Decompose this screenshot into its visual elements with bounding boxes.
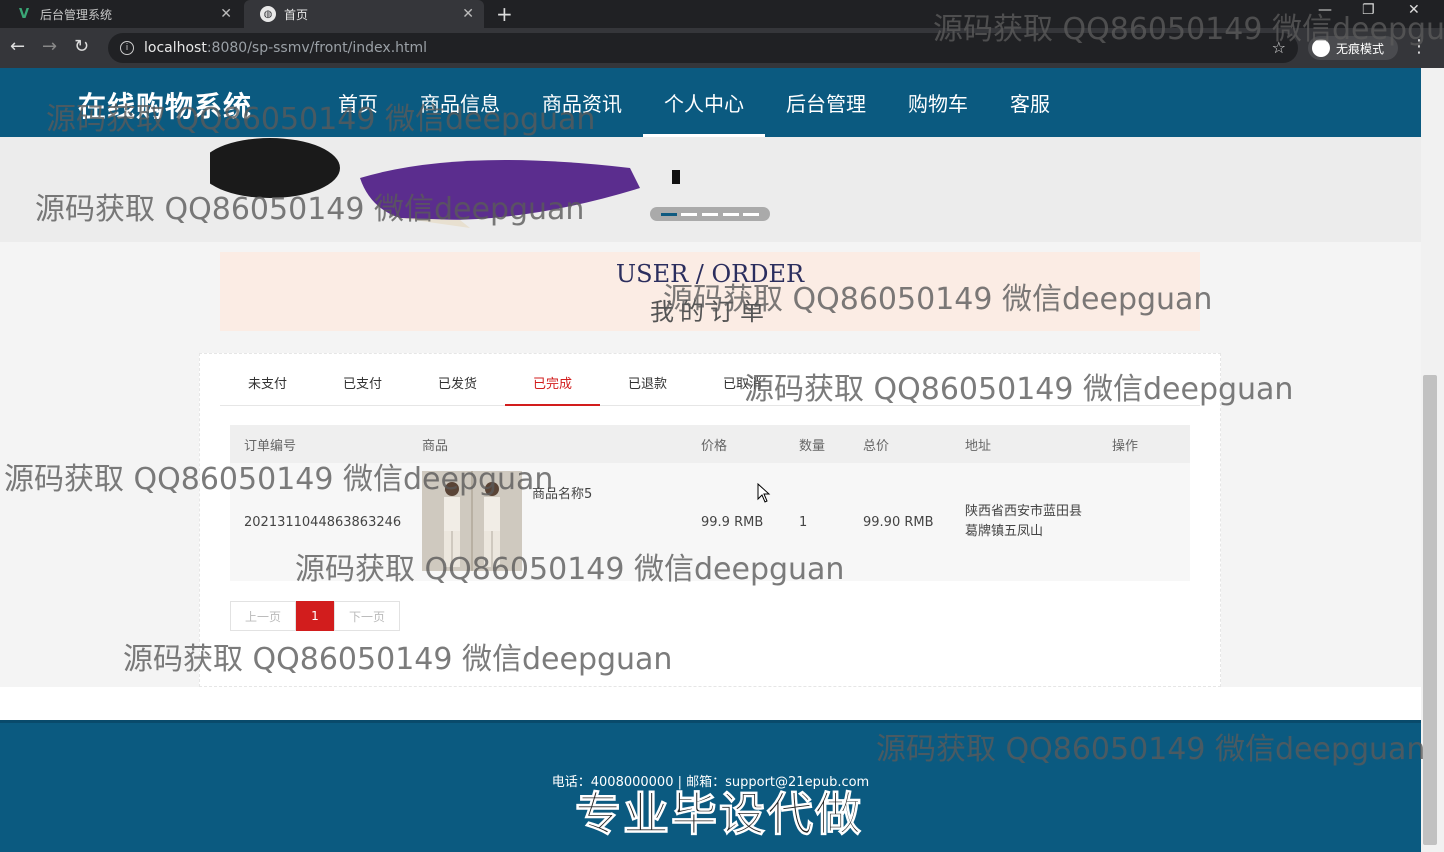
- menu-item-service[interactable]: 客服: [989, 68, 1071, 137]
- section-title-en: USER / ORDER: [615, 260, 805, 288]
- mouse-cursor-icon: [757, 483, 771, 503]
- next-page-button[interactable]: 下一页: [334, 601, 400, 631]
- info-icon[interactable]: i: [120, 41, 134, 55]
- browser-tab-bar: V 后台管理系统 ✕ ◍ 首页 ✕ + — ❐ ✕: [0, 0, 1444, 28]
- col-product: 商品: [422, 438, 449, 454]
- order-number: 2021311044863863246: [244, 514, 402, 530]
- quantity-value: 1: [799, 514, 808, 530]
- tab-title: 后台管理系统: [40, 7, 113, 22]
- col-total: 总价: [863, 438, 890, 454]
- browser-tab-home[interactable]: ◍ 首页 ✕: [244, 0, 484, 28]
- back-icon[interactable]: ←: [10, 36, 25, 57]
- table-row: 2021311044863863246 商品名称5 99.9 RMB 1 99.…: [230, 463, 1190, 581]
- address-bar[interactable]: i localhost:8080/sp-ssmv/front/index.htm…: [108, 33, 1298, 63]
- carousel-dot[interactable]: [701, 212, 718, 216]
- carousel-dot[interactable]: [660, 212, 677, 216]
- main-menu: 首页 商品信息 商品资讯 个人中心 后台管理 购物车 客服: [317, 68, 1071, 137]
- browser-toolbar: ← → ↻ i localhost:8080/sp-ssmv/front/ind…: [0, 28, 1444, 68]
- carousel-dot[interactable]: [743, 212, 760, 216]
- vue-icon: V: [18, 6, 30, 22]
- page-viewport: 在线购物系统 首页 商品信息 商品资讯 个人中心 后台管理 购物车 客服 USE…: [0, 68, 1421, 852]
- close-icon[interactable]: ✕: [220, 6, 232, 22]
- product-image[interactable]: [422, 471, 522, 571]
- browser-menu-icon[interactable]: ⋮: [1410, 36, 1428, 57]
- carousel-indicator[interactable]: [650, 207, 770, 221]
- menu-item-news[interactable]: 商品资讯: [521, 68, 643, 137]
- bookmark-star-icon[interactable]: ☆: [1272, 38, 1286, 57]
- col-action: 操作: [1112, 438, 1139, 454]
- order-panel: 未支付 已支付 已发货 已完成 已退款 已取消 订单编号 商品 价格 数量 总价…: [199, 353, 1221, 687]
- product-name[interactable]: 商品名称5: [532, 483, 592, 502]
- close-icon[interactable]: ✕: [462, 6, 474, 22]
- tab-paid[interactable]: 已支付: [315, 370, 410, 405]
- incognito-badge[interactable]: 无痕模式: [1308, 36, 1398, 60]
- carousel-dot[interactable]: [722, 212, 739, 216]
- menu-item-profile[interactable]: 个人中心: [643, 68, 765, 137]
- globe-icon: ◍: [260, 6, 276, 22]
- total-value: 99.90 RMB: [863, 514, 934, 530]
- menu-item-products[interactable]: 商品信息: [399, 68, 521, 137]
- site-header: 在线购物系统 首页 商品信息 商品资讯 个人中心 后台管理 购物车 客服: [0, 68, 1421, 137]
- col-quantity: 数量: [799, 438, 826, 454]
- address-value: 陕西省西安市蓝田县葛牌镇五凤山: [965, 504, 1083, 539]
- tab-shipped[interactable]: 已发货: [410, 370, 505, 405]
- col-order-no: 订单编号: [244, 438, 297, 454]
- minimize-icon[interactable]: —: [1318, 2, 1332, 18]
- forward-icon[interactable]: →: [42, 36, 57, 57]
- tab-refunded[interactable]: 已退款: [600, 370, 695, 405]
- col-address: 地址: [965, 438, 992, 454]
- address-cell: 陕西省西安市蓝田县葛牌镇五凤山: [965, 463, 1085, 581]
- product-photo: [422, 471, 522, 571]
- scrollbar-thumb[interactable]: [1423, 375, 1437, 845]
- incognito-icon: [1312, 39, 1330, 57]
- order-status-tabs: 未支付 已支付 已发货 已完成 已退款 已取消: [220, 370, 1200, 406]
- page-number-button[interactable]: 1: [296, 601, 334, 631]
- tab-cancelled[interactable]: 已取消: [695, 370, 790, 405]
- reload-icon[interactable]: ↻: [74, 36, 89, 57]
- tab-title: 首页: [284, 7, 309, 22]
- watermark-banner: 专业毕设代做: [575, 787, 863, 842]
- close-window-icon[interactable]: ✕: [1408, 2, 1420, 18]
- menu-item-cart[interactable]: 购物车: [887, 68, 989, 137]
- new-tab-button[interactable]: +: [496, 2, 513, 26]
- menu-item-admin[interactable]: 后台管理: [765, 68, 887, 137]
- browser-tab-admin[interactable]: V 后台管理系统 ✕: [0, 0, 242, 28]
- site-logo[interactable]: 在线购物系统: [78, 85, 252, 125]
- url-host: localhost: [144, 40, 207, 56]
- incognito-label: 无痕模式: [1336, 41, 1385, 56]
- tab-unpaid[interactable]: 未支付: [220, 370, 315, 405]
- col-price: 价格: [701, 438, 728, 454]
- order-table: 订单编号 商品 价格 数量 总价 地址 操作 20213110448638632…: [230, 425, 1190, 581]
- table-header: 订单编号 商品 价格 数量 总价 地址 操作: [230, 425, 1190, 463]
- carousel-dot[interactable]: [681, 212, 698, 216]
- url-path: :8080/sp-ssmv/front/index.html: [206, 40, 428, 56]
- section-title-zh: 我的订单: [650, 298, 770, 326]
- restore-icon[interactable]: ❐: [1362, 2, 1375, 18]
- prev-page-button[interactable]: 上一页: [230, 601, 296, 631]
- tab-completed[interactable]: 已完成: [505, 370, 600, 406]
- pagination: 上一页 1 下一页: [230, 601, 400, 631]
- menu-item-home[interactable]: 首页: [317, 68, 399, 137]
- price-value: 99.9 RMB: [701, 514, 764, 530]
- footer-spacer: [0, 687, 1421, 720]
- section-title-box: USER / ORDER 我的订单: [220, 252, 1200, 331]
